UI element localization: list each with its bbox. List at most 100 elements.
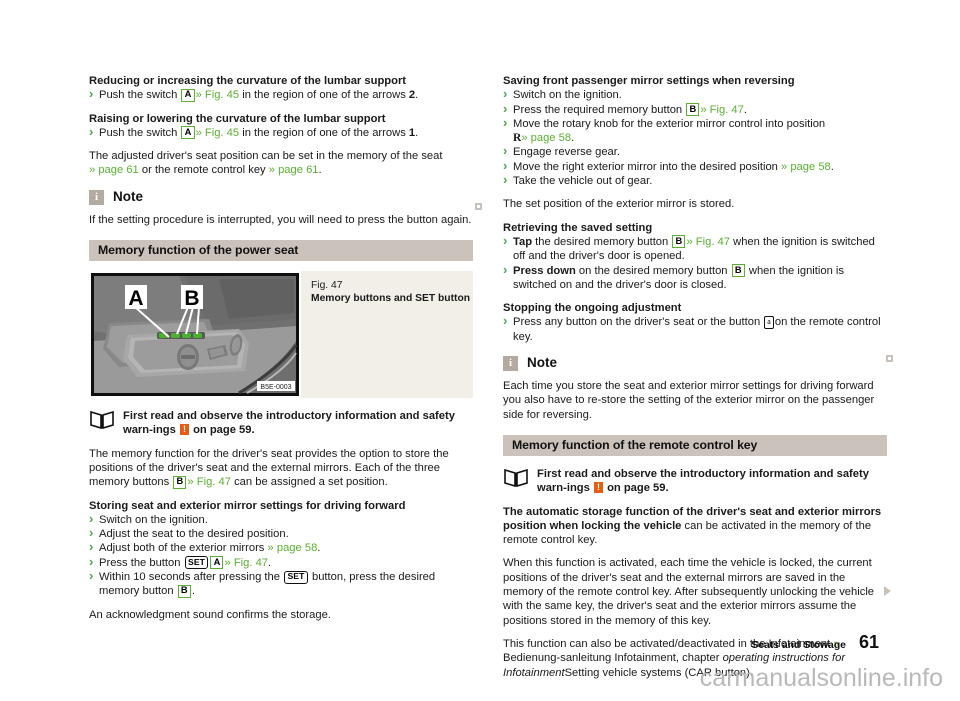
book-icon <box>89 410 115 430</box>
figure-caption: Fig. 47 Memory buttons and SET button <box>301 271 470 398</box>
read-first-part1: First read and observe the introductory … <box>123 410 455 437</box>
read-first-part2: on page 59. <box>607 482 669 495</box>
period: . <box>415 126 419 139</box>
period: . <box>268 556 272 569</box>
page-number: 61 <box>858 632 879 652</box>
section-header-remote-key: Memory function of the remote control ke… <box>503 434 887 456</box>
remote-key-button-icon: a <box>764 315 774 329</box>
step-text: Within 10 seconds after pressing the <box>99 571 280 584</box>
step-text: Switch on the ignition. <box>513 89 622 102</box>
step-text: Move the rotary knob for the exterior mi… <box>513 117 826 130</box>
footer-section-name: Seats and Stowage <box>751 640 846 651</box>
watermark: carmanualsonline.info <box>699 664 943 692</box>
svg-text:B5E-0003: B5E-0003 <box>260 384 291 391</box>
step-emphasis: Tap <box>513 235 533 248</box>
key-b-box: B <box>173 475 187 489</box>
read-first-block-right: First read and observe the introductory … <box>503 467 887 496</box>
page-reference[interactable]: » page 58 <box>521 132 571 144</box>
section-header-label: Memory function of the power seat <box>98 243 299 258</box>
activated-paragraph: When this function is activated, each ti… <box>503 557 875 627</box>
infotainment-part2: Bedienung-sanleitung Infotainment, chapt… <box>503 652 720 665</box>
page-reference[interactable]: » page 61 <box>269 164 319 176</box>
note-header: i Note <box>503 355 887 372</box>
step-text-2: in the region of one of the arrows <box>242 89 406 102</box>
list-item: Press down on the desired memory button … <box>503 263 887 293</box>
note-title: Note <box>113 189 143 205</box>
figure-reference[interactable]: » Fig. 47 <box>187 476 231 488</box>
period: . <box>317 542 321 555</box>
list-item: Press any button on the driver's seat or… <box>503 314 887 344</box>
step-text: Engage reverse gear. <box>513 146 620 159</box>
svg-text:A: A <box>128 287 143 310</box>
list-item: Press the required memory button B» Fig.… <box>503 102 887 117</box>
key-b-box: B <box>731 264 745 278</box>
step-text: Take the vehicle out of gear. <box>513 175 653 188</box>
period: . <box>571 132 575 145</box>
figure-reference[interactable]: » Fig. 47 <box>686 236 730 248</box>
figure-reference[interactable]: » Fig. 45 <box>196 89 240 101</box>
figure-title: Memory buttons and SET button <box>311 293 471 305</box>
list-item: Move the right exterior mirror into the … <box>503 159 887 174</box>
intro-part2: can be assigned a set position. <box>234 476 388 489</box>
step-text: Press the button <box>99 556 181 569</box>
storing-steps: Switch on the ignition. Adjust the seat … <box>89 512 473 599</box>
page-reference[interactable]: » page 58 <box>268 542 318 554</box>
left-column: Reducing or increasing the curvature of … <box>89 74 473 622</box>
figure-47: A B B5E-0003 Fig. 47 Memory buttons and … <box>89 271 473 399</box>
warning-marker: ! <box>179 424 189 436</box>
page-reference[interactable]: » page 58 <box>781 161 831 173</box>
set-button-box: SET <box>284 570 308 584</box>
list-item: Take the vehicle out of gear. <box>503 173 887 188</box>
right-column: Saving front passenger mirror settings w… <box>503 74 887 680</box>
key-a-box: A <box>181 126 195 140</box>
retrieving-steps: Tap the desired memory button B» Fig. 47… <box>503 234 887 293</box>
figure-number: Fig. 47 <box>311 280 343 292</box>
step-text: Adjust the seat to the desired position. <box>99 528 289 541</box>
book-icon <box>503 468 529 488</box>
key-b-box: B <box>686 103 700 117</box>
lumbar-curvature-heading: Reducing or increasing the curvature of … <box>89 75 407 87</box>
note-title: Note <box>527 355 557 371</box>
note-header: i Note <box>89 189 473 205</box>
key-b-box: B <box>177 584 191 598</box>
period: . <box>743 103 747 116</box>
note-body: Each time you store the seat and exterio… <box>503 380 875 421</box>
figure-image: A B B5E-0003 <box>89 271 301 399</box>
period: . <box>191 585 195 598</box>
set-button-box: SET <box>184 556 209 570</box>
read-first-text: First read and observe the introductory … <box>537 467 887 496</box>
read-first-part1: First read and observe the introductory … <box>537 467 869 495</box>
retrieving-heading: Retrieving the saved setting <box>503 221 653 234</box>
read-first-part2: on page 59. <box>193 424 255 437</box>
saving-passenger-closing: The set position of the exterior mirror … <box>503 198 735 211</box>
page-footer: Seats and Stowage 61 <box>751 632 879 653</box>
paragraph-text: The adjusted driver's seat position can … <box>89 150 443 163</box>
list-item: Within 10 seconds after pressing the SET… <box>89 569 473 599</box>
list-item: Move the rotary knob for the exterior mi… <box>503 116 887 146</box>
note-body: If the setting procedure is interrupted,… <box>89 213 472 226</box>
paragraph-text-2: or the remote control key <box>141 164 266 177</box>
step-text: Push the switch <box>99 126 178 139</box>
manual-page: Reducing or increasing the curvature of … <box>0 0 960 701</box>
figure-reference[interactable]: » Fig. 47 <box>224 557 268 569</box>
note-block-2: i Note Each time you store the seat and … <box>503 356 887 422</box>
page-reference[interactable]: » page 61 <box>89 164 139 176</box>
list-item: Engage reverse gear. <box>503 144 887 159</box>
figure-reference[interactable]: » Fig. 47 <box>700 104 744 116</box>
period: . <box>830 160 834 173</box>
step-text: Move the right exterior mirror into the … <box>513 160 778 173</box>
list-item: Press the button SETA» Fig. 47. <box>89 555 473 570</box>
lumbar-raise-heading: Raising or lowering the curvature of the… <box>89 112 386 125</box>
list-item: Switch on the ignition. <box>503 87 887 102</box>
list-item: Tap the desired memory button B» Fig. 47… <box>503 234 887 264</box>
key-b-box: B <box>672 235 686 249</box>
period: . <box>415 89 419 102</box>
read-first-block-left: First read and observe the introductory … <box>89 409 473 438</box>
figure-reference[interactable]: » Fig. 45 <box>196 127 240 139</box>
seat-memory-buttons-illustration: A B B5E-0003 <box>91 273 299 397</box>
section-header-power-seat: Memory function of the power seat <box>89 240 473 262</box>
key-a-box: A <box>210 556 224 570</box>
section-header-label: Memory function of the remote control ke… <box>512 438 758 453</box>
memory-intro-paragraph: The memory function for the driver's sea… <box>89 447 473 490</box>
step-text: on the desired memory button <box>578 264 728 277</box>
